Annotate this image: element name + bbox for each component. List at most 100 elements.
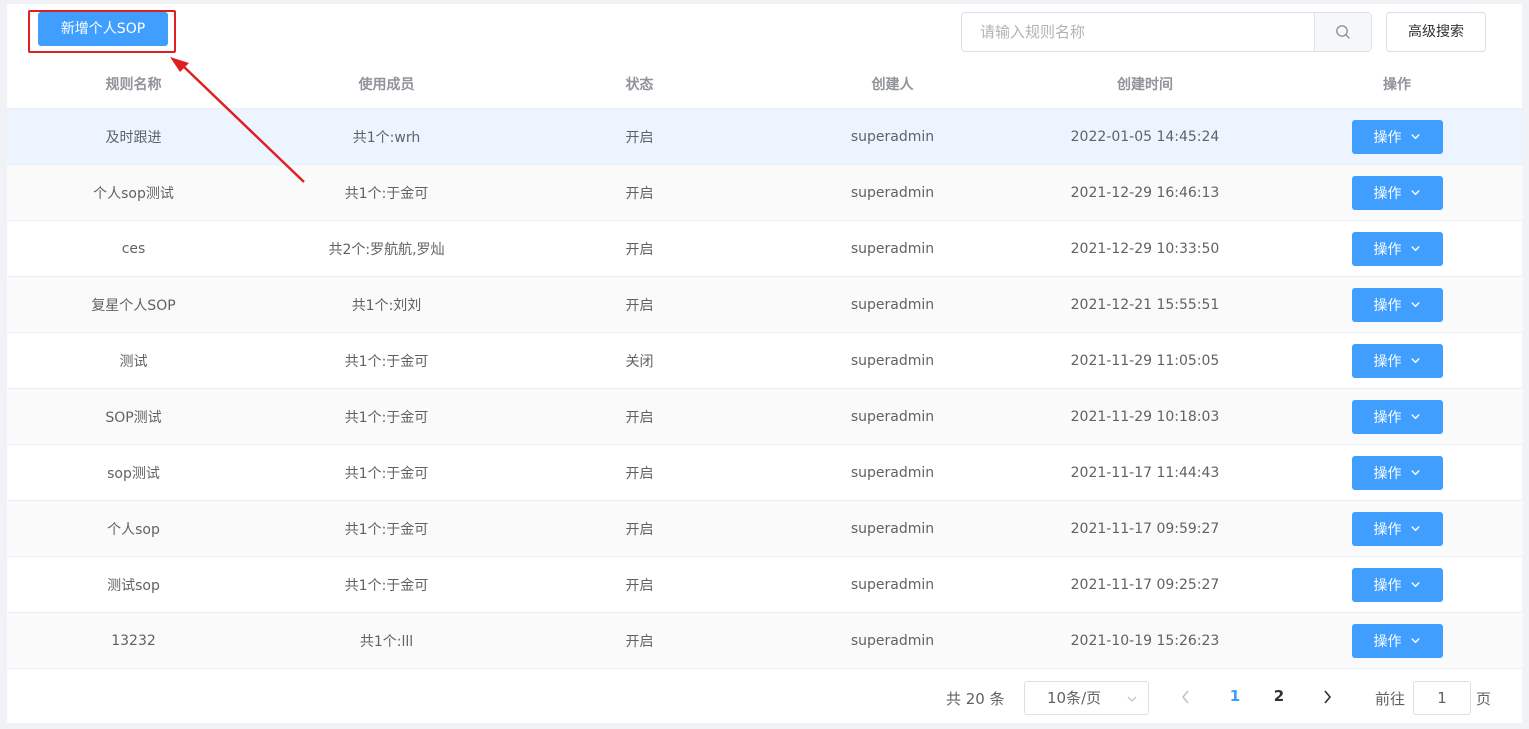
content-card: 新增个人SOP 高级搜索 规则名称 使用成员 状态 创建人 创建时间 [7,4,1523,723]
page-2-button[interactable]: 2 [1269,687,1289,705]
annotation-highlight-box [28,10,176,53]
chevron-down-icon [1410,470,1420,476]
row-action-dropdown-button[interactable]: 操作 [1351,455,1443,490]
row-action-dropdown-button[interactable]: 操作 [1351,623,1443,658]
table-row: 13232 共1个:lll 开启 superadmin 2021-10-19 15:26… [7,612,1523,669]
cell-status: 开启 [513,108,766,165]
chevron-down-icon [1410,414,1420,420]
cell-creator: superadmin [766,276,1019,333]
header-rule-name: 规则名称 [7,60,260,109]
chevron-down-icon [1410,190,1420,196]
cell-status: 开启 [513,556,766,613]
chevron-down-icon [1410,582,1420,588]
page-size-value: 10条/页 [1047,689,1102,707]
goto-label: 前往 [1375,690,1406,708]
row-action-dropdown-button[interactable]: 操作 [1351,119,1443,154]
cell-actions: 操作 [1271,220,1523,277]
cell-actions: 操作 [1271,276,1523,333]
cell-created-time: 2021-10-19 15:26:23 [1019,612,1271,669]
cell-status: 开启 [513,388,766,445]
row-action-label: 操作 [1373,353,1402,370]
header-members: 使用成员 [260,60,513,109]
row-action-label: 操作 [1373,241,1402,258]
cell-status: 关闭 [513,332,766,389]
cell-status: 开启 [513,220,766,277]
cell-created-time: 2021-11-17 09:25:27 [1019,556,1271,613]
row-action-dropdown-button[interactable]: 操作 [1351,175,1443,210]
cell-members: 共1个:于金可 [260,164,513,221]
row-action-dropdown-button[interactable]: 操作 [1351,287,1443,322]
page-size-select[interactable]: 10条/页 [1024,681,1149,715]
cell-rule-name: 13232 [7,612,260,669]
table-header-row: 规则名称 使用成员 状态 创建人 创建时间 操作 [7,60,1523,109]
header-actions: 操作 [1271,60,1523,109]
table-row: 测试 共1个:于金可 关闭 superadmin 2021-11-29 11:05:05… [7,332,1523,389]
goto-suffix: 页 [1476,690,1492,708]
cell-status: 开启 [513,276,766,333]
next-page-button[interactable] [1320,689,1334,705]
pagination: 共 20 条 10条/页 1 2 前往 1 页 [7,680,1522,716]
cell-rule-name: SOP测试 [7,388,260,445]
table-row: sop测试 共1个:于金可 开启 superadmin 2021-11-17 11:44… [7,444,1523,501]
cell-rule-name: ces [7,220,260,277]
cell-creator: superadmin [766,388,1019,445]
search-icon [1336,25,1350,39]
cell-created-time: 2021-11-29 11:05:05 [1019,332,1271,389]
cell-members: 共1个:于金可 [260,332,513,389]
row-action-label: 操作 [1373,409,1402,426]
row-action-dropdown-button[interactable]: 操作 [1351,231,1443,266]
cell-actions: 操作 [1271,388,1523,445]
cell-members: 共1个:于金可 [260,556,513,613]
cell-status: 开启 [513,612,766,669]
chevron-down-icon [1127,696,1137,702]
table-row: ces 共2个:罗航航,罗灿 开启 superadmin 2021-12-29 10:3… [7,220,1523,277]
cell-creator: superadmin [766,500,1019,557]
row-action-dropdown-button[interactable]: 操作 [1351,567,1443,602]
cell-creator: superadmin [766,164,1019,221]
chevron-down-icon [1410,526,1420,532]
cell-actions: 操作 [1271,556,1523,613]
chevron-down-icon [1410,358,1420,364]
cell-status: 开启 [513,164,766,221]
cell-actions: 操作 [1271,164,1523,221]
table-row: 测试sop 共1个:于金可 开启 superadmin 2021-11-17 09:25… [7,556,1523,613]
header-created-time: 创建时间 [1019,60,1271,109]
cell-created-time: 2021-12-29 10:33:50 [1019,220,1271,277]
row-action-label: 操作 [1373,577,1402,594]
search-button[interactable] [1314,13,1371,51]
row-action-dropdown-button[interactable]: 操作 [1351,343,1443,378]
header-status: 状态 [513,60,766,109]
table-row: SOP测试 共1个:于金可 开启 superadmin 2021-11-29 10:18… [7,388,1523,445]
cell-created-time: 2022-01-05 14:45:24 [1019,108,1271,165]
cell-actions: 操作 [1271,612,1523,669]
cell-creator: superadmin [766,444,1019,501]
row-action-label: 操作 [1373,185,1402,202]
cell-creator: superadmin [766,612,1019,669]
cell-rule-name: sop测试 [7,444,260,501]
row-action-label: 操作 [1373,297,1402,314]
cell-actions: 操作 [1271,444,1523,501]
cell-members: 共1个:于金可 [260,500,513,557]
cell-creator: superadmin [766,108,1019,165]
advanced-search-button[interactable]: 高级搜索 [1386,12,1486,52]
cell-rule-name: 测试sop [7,556,260,613]
chevron-down-icon [1410,638,1420,644]
cell-members: 共1个:刘刘 [260,276,513,333]
cell-created-time: 2021-11-17 11:44:43 [1019,444,1271,501]
prev-page-button[interactable] [1179,689,1193,705]
cell-members: 共1个:lll [260,612,513,669]
goto-page-input[interactable]: 1 [1413,681,1471,715]
cell-rule-name: 复星个人SOP [7,276,260,333]
page-1-button[interactable]: 1 [1225,687,1245,705]
cell-actions: 操作 [1271,332,1523,389]
cell-rule-name: 个人sop [7,500,260,557]
search-input[interactable] [962,13,1314,51]
cell-creator: superadmin [766,220,1019,277]
row-action-label: 操作 [1373,633,1402,650]
cell-rule-name: 测试 [7,332,260,389]
row-action-dropdown-button[interactable]: 操作 [1351,399,1443,434]
chevron-down-icon [1410,246,1420,252]
row-action-dropdown-button[interactable]: 操作 [1351,511,1443,546]
cell-created-time: 2021-12-21 15:55:51 [1019,276,1271,333]
cell-members: 共1个:于金可 [260,388,513,445]
